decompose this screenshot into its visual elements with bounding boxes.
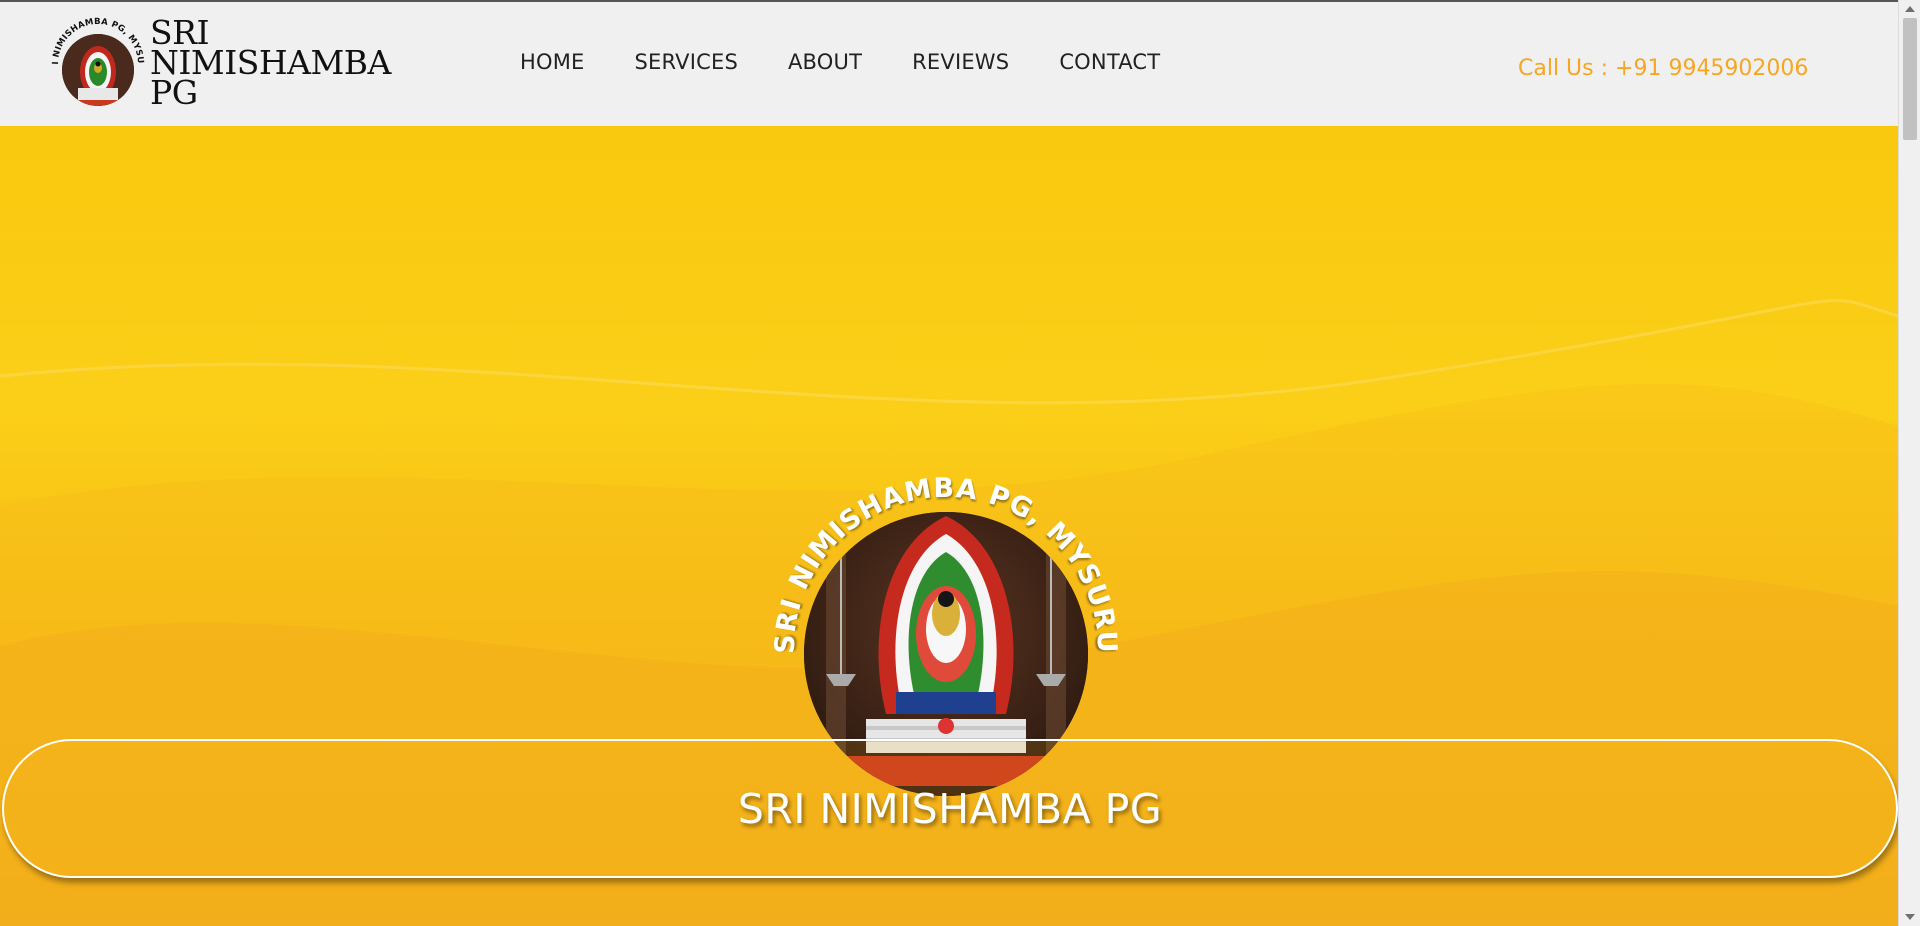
nav-home-link[interactable]: HOME: [520, 50, 585, 74]
nav-services-link[interactable]: SERVICES: [635, 50, 738, 74]
call-us-link[interactable]: Call Us : +91 9945902006: [1518, 56, 1808, 81]
scroll-down-arrow-icon[interactable]: [1905, 914, 1915, 920]
nav-about-link[interactable]: ABOUT: [788, 50, 862, 74]
nav-reviews-link[interactable]: REVIEWS: [912, 50, 1009, 74]
site-header: SRI NIMISHAMBA PG, MYSURU SRI NIMISHAMBA…: [0, 2, 1898, 126]
site-logo[interactable]: SRI NIMISHAMBA PG, MYSURU: [44, 7, 148, 110]
hero-title: SRI NIMISHAMBA PG: [737, 784, 1163, 833]
site-title-line: PG: [150, 73, 198, 112]
scroll-up-arrow-icon[interactable]: [1905, 6, 1915, 12]
main-nav: HOME SERVICES ABOUT REVIEWS CONTACT: [520, 50, 1210, 74]
site-title[interactable]: SRI NIMISHAMBA PG: [150, 16, 391, 112]
page-scrollbar[interactable]: [1898, 0, 1920, 926]
temple-logo-icon: SRI NIMISHAMBA PG, MYSURU: [44, 7, 145, 106]
nav-contact-link[interactable]: CONTACT: [1059, 50, 1160, 74]
scroll-thumb[interactable]: [1903, 18, 1917, 140]
hero-title-banner: SRI NIMISHAMBA PG: [2, 739, 1898, 878]
